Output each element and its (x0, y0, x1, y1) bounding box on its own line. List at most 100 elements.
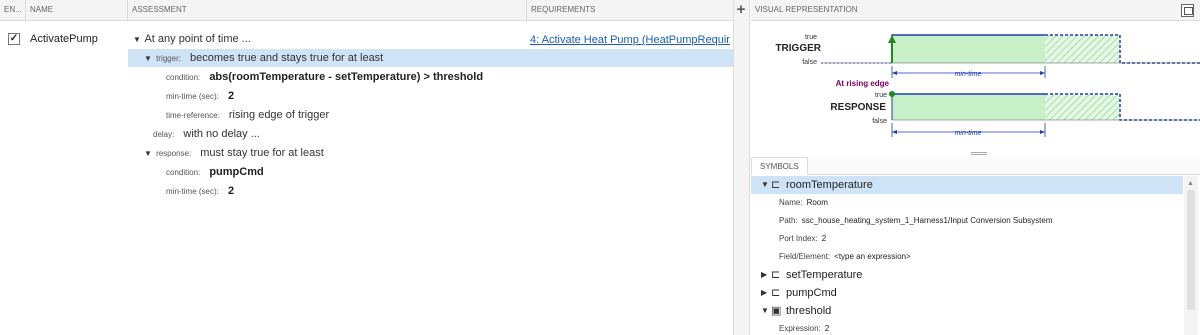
response-mintime-value[interactable]: 2 (228, 185, 234, 197)
response-condition-value[interactable]: pumpCmd (209, 166, 263, 178)
collapse-triangle-icon[interactable]: ▼ (761, 302, 770, 320)
assessment-summary-row[interactable]: ▼ At any point of time ... (133, 33, 251, 45)
trigger-mintime-label: min-time (955, 71, 982, 78)
trigger-mintime-arrow-right (1040, 71, 1045, 75)
response-extended-region (1045, 94, 1120, 120)
enable-checkbox[interactable]: ✓ (8, 33, 20, 45)
symbols-tree: ▼ ⊏ roomTemperature Name: Room Path: ssc_h… (751, 176, 1183, 335)
response-condition-label: condition: (166, 168, 201, 177)
trigger-mintime-value[interactable]: 2 (228, 90, 234, 102)
column-header-name[interactable]: NAME (26, 0, 128, 21)
chart-resize-handle[interactable] (971, 152, 987, 155)
response-true-label: true (875, 92, 887, 99)
trigger-timeref-row[interactable]: time-reference: rising edge of trigger (166, 109, 329, 121)
scroll-up-icon[interactable]: ▲ (1187, 180, 1194, 187)
rising-edge-label: At rising edge (836, 79, 890, 88)
trigger-condition-row[interactable]: condition: abs(roomTemperature - setTemp… (166, 71, 483, 83)
trigger-timeref-value[interactable]: rising edge of trigger (229, 109, 329, 121)
signal-icon: ⊏ (771, 179, 781, 191)
column-header-requirements[interactable]: REQUIREMENTS (527, 0, 733, 21)
symbol-detail-path: Path: ssc_house_heating_system_1_Harness1… (779, 216, 1053, 225)
response-false-label: false (872, 118, 887, 125)
assessment-name[interactable]: ActivatePump (30, 33, 98, 45)
trigger-label: TRIGGER (775, 43, 821, 54)
delay-text[interactable]: with no delay ... (183, 128, 259, 140)
collapse-triangle-icon[interactable]: ▼ (761, 176, 770, 194)
trigger-text[interactable]: becomes true and stays true for at least (190, 52, 383, 64)
response-mintime-label: min-time (955, 130, 982, 137)
symbol-row-settemperature[interactable]: ▶ ⊏ setTemperature (751, 266, 1183, 284)
response-mintime-arrow-left (892, 130, 897, 134)
trigger-row[interactable]: ▼ trigger: becomes true and stays true f… (144, 52, 383, 64)
trigger-mintime-label: min-time (sec): (166, 92, 219, 101)
symbol-row-roomtemperature[interactable]: ▼ ⊏ roomTemperature (751, 176, 1183, 194)
symbol-name: setTemperature (786, 269, 863, 281)
signal-icon: ⊏ (771, 287, 781, 299)
trigger-mintime-arrow-left (892, 71, 897, 75)
expand-view-icon[interactable] (1181, 4, 1194, 17)
collapse-triangle-icon[interactable]: ▼ (133, 35, 142, 44)
assessment-summary: At any point of time ... (144, 33, 251, 45)
detail-value[interactable]: <type an expression> (834, 252, 911, 261)
trigger-condition-label: condition: (166, 73, 201, 82)
detail-label: Port Index: (779, 234, 818, 243)
response-text[interactable]: must stay true for at least (200, 147, 324, 159)
response-active-region (892, 94, 1045, 120)
collapse-triangle-icon[interactable]: ▼ (144, 54, 153, 63)
requirement-link[interactable]: 4: Activate Heat Pump (HeatPumpRequir... (530, 34, 730, 46)
response-label: RESPONSE (830, 102, 886, 113)
response-mintime-row[interactable]: min-time (sec): 2 (166, 185, 234, 197)
detail-label: Name: (779, 198, 803, 207)
response-label: response: (156, 149, 192, 158)
symbols-scrollbar[interactable]: ▲ (1184, 176, 1198, 335)
trigger-label: trigger: (156, 54, 181, 63)
response-start-dot (889, 91, 895, 97)
response-condition-row[interactable]: condition: pumpCmd (166, 166, 264, 178)
trigger-timeref-label: time-reference: (166, 111, 220, 120)
symbols-tabbar: SYMBOLS (751, 157, 1200, 175)
visual-representation-header: VISUAL REPRESENTATION (751, 0, 1200, 21)
delay-row[interactable]: delay: with no delay ... (153, 128, 260, 140)
collapse-triangle-icon[interactable]: ▼ (144, 149, 153, 158)
symbol-name: roomTemperature (786, 179, 873, 191)
scroll-thumb[interactable] (1187, 190, 1195, 310)
delay-label: delay: (153, 130, 175, 139)
response-row[interactable]: ▼ response: must stay true for at least (144, 147, 324, 159)
expand-triangle-icon[interactable]: ▶ (761, 266, 770, 284)
detail-value[interactable]: Room (807, 198, 828, 207)
detail-value[interactable]: 2 (822, 234, 826, 243)
symbol-detail-port-index: Port Index: 2 (779, 234, 826, 243)
symbol-row-pumpcmd[interactable]: ▶ ⊏ pumpCmd (751, 284, 1183, 302)
detail-label: Path: (779, 216, 798, 225)
symbol-detail-expression: Expression: 2 (779, 324, 829, 333)
expand-triangle-icon[interactable]: ▶ (761, 284, 770, 302)
symbol-row-threshold[interactable]: ▼ ▣ threshold (751, 302, 1183, 320)
parameter-icon: ▣ (771, 305, 782, 317)
detail-label: Expression: (779, 324, 821, 333)
signal-icon: ⊏ (771, 269, 781, 281)
table-header: EN... NAME ASSESSMENT REQUIREMENTS (0, 0, 733, 21)
trigger-mintime-row[interactable]: min-time (sec): 2 (166, 90, 234, 102)
symbol-detail-name: Name: Room (779, 198, 828, 207)
detail-value[interactable]: ssc_house_heating_system_1_Harness1/Inpu… (802, 216, 1053, 225)
visual-representation-title: VISUAL REPRESENTATION (755, 5, 858, 14)
symbol-name: pumpCmd (786, 287, 837, 299)
symbol-detail-field-element: Field/Element: <type an expression> (779, 252, 911, 261)
trigger-condition-value[interactable]: abs(roomTemperature - setTemperature) > … (209, 71, 483, 83)
response-mintime-arrow-right (1040, 130, 1045, 134)
trigger-extended-region (1045, 35, 1120, 63)
tab-symbols[interactable]: SYMBOLS (751, 157, 808, 175)
column-header-assessment[interactable]: ASSESSMENT (128, 0, 527, 21)
symbol-name: threshold (786, 305, 832, 317)
assessment-panel: EN... NAME ASSESSMENT REQUIREMENTS ✓ Act… (0, 0, 733, 335)
detail-value[interactable]: 2 (825, 324, 829, 333)
trigger-false-label: false (802, 59, 817, 66)
detail-label: Field/Element: (779, 252, 831, 261)
response-mintime-label: min-time (sec): (166, 187, 219, 196)
panel-splitter[interactable] (733, 0, 750, 335)
visual-representation-panel: VISUAL REPRESENTATION true TRIGGER false… (751, 0, 1200, 335)
add-assessment-button[interactable]: + (735, 2, 747, 17)
timing-diagram: true TRIGGER false min-time At rising ed… (775, 34, 1200, 137)
trigger-true-label: true (805, 34, 817, 41)
column-header-enabled[interactable]: EN... (0, 0, 26, 21)
